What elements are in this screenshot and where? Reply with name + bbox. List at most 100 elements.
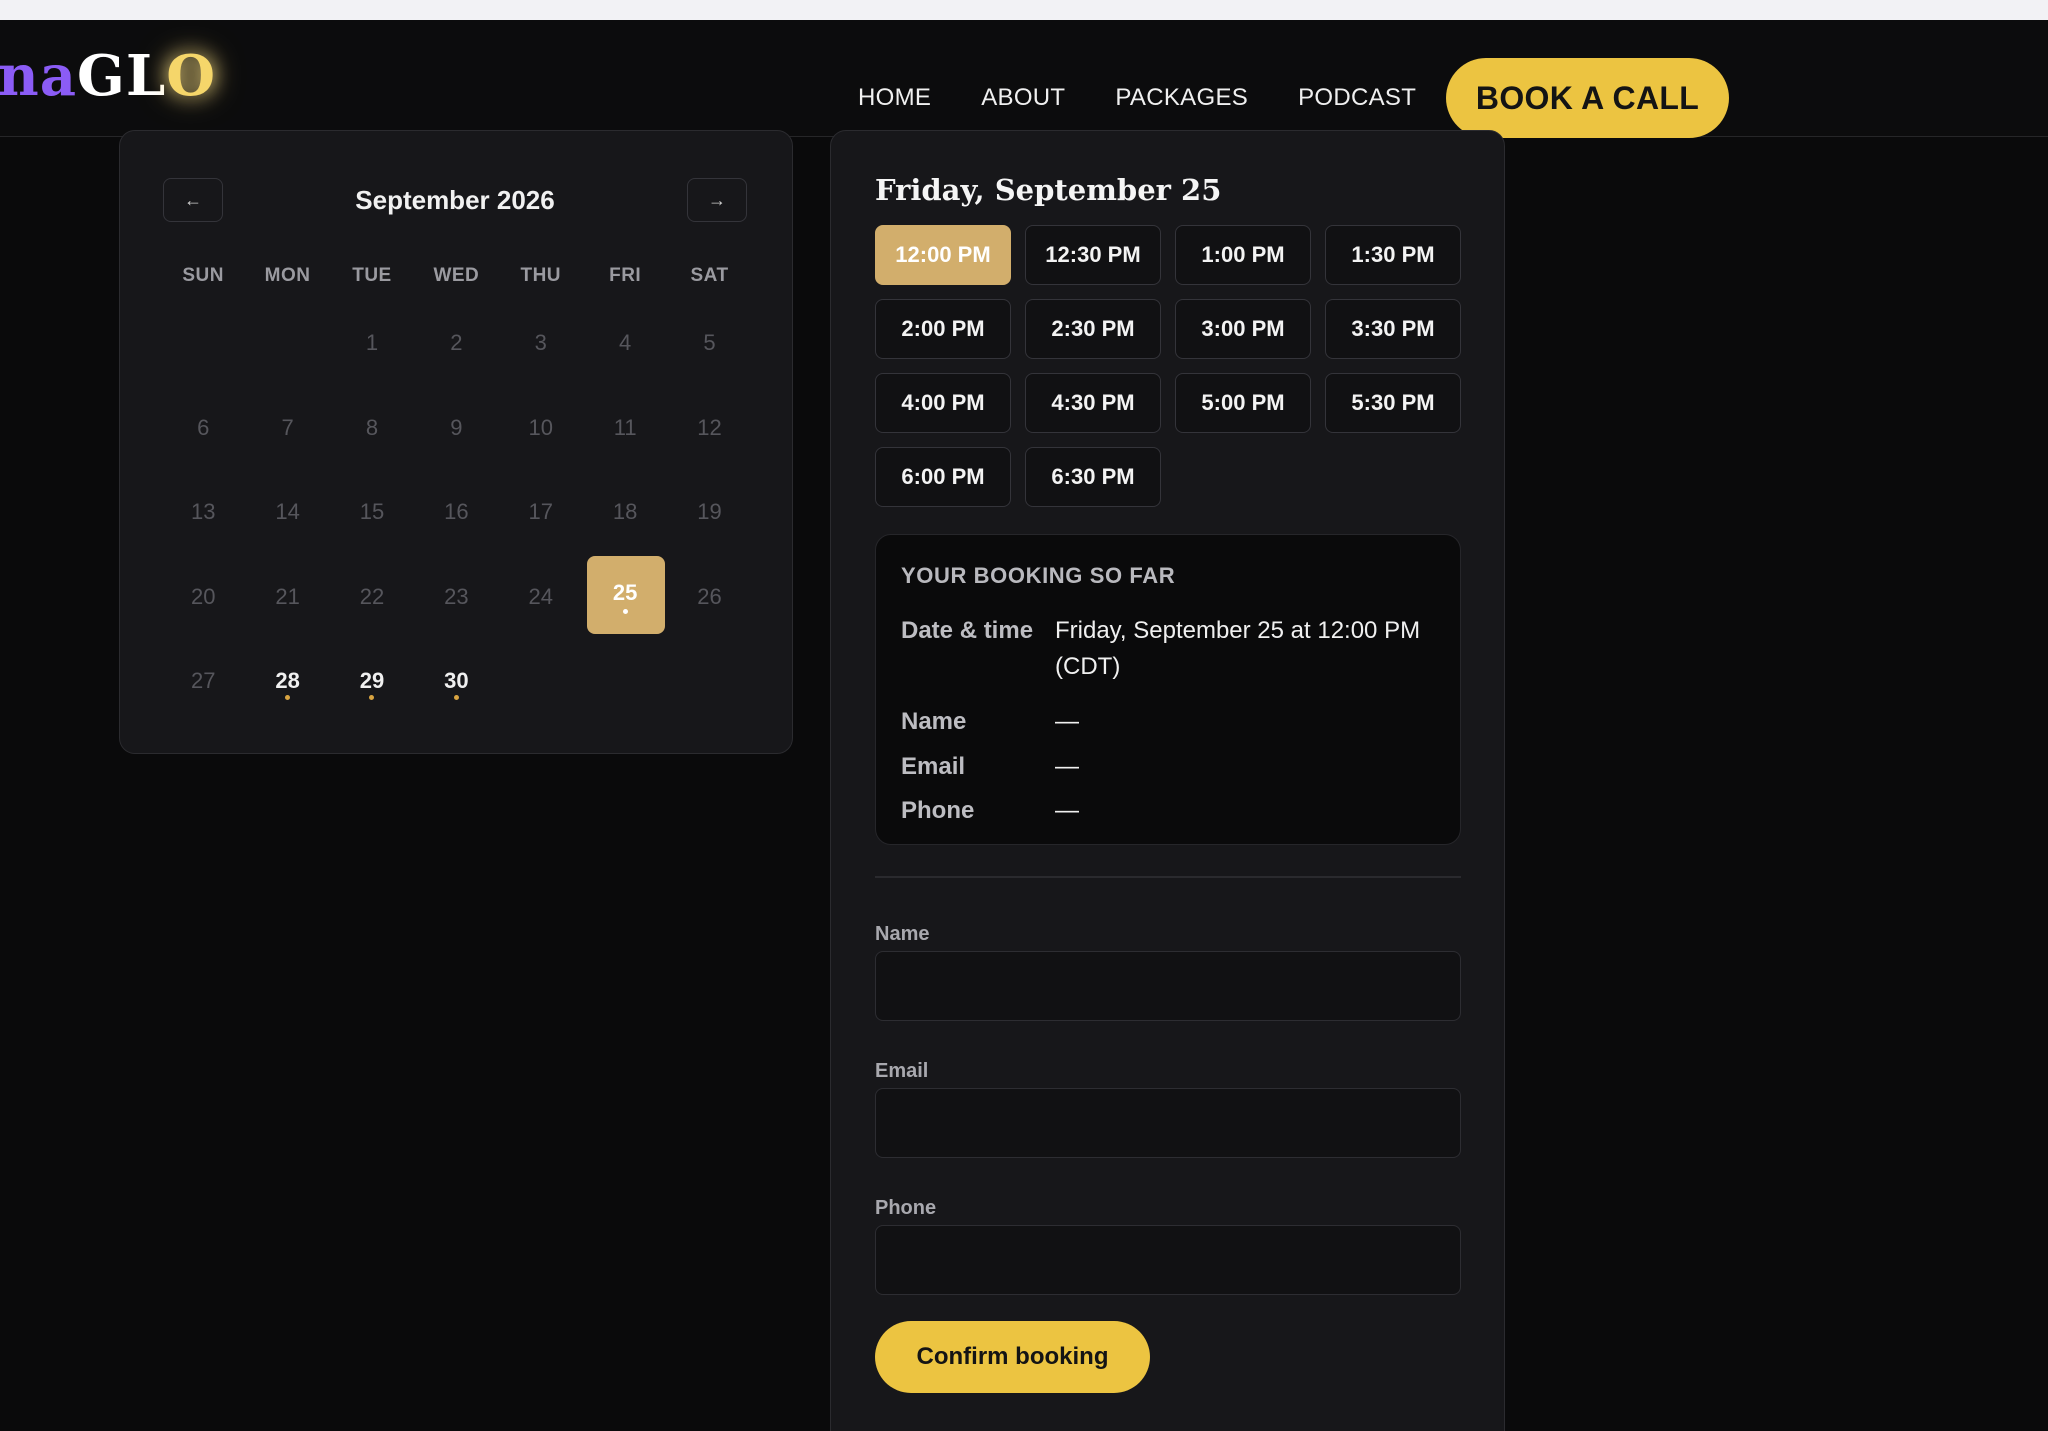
summary-title: YOUR BOOKING SO FAR — [901, 563, 1176, 588]
site-header: naGLO HOME ABOUT PACKAGES PODCAST BOOK A… — [0, 20, 2048, 138]
day-number: 19 — [697, 499, 722, 525]
time-slot[interactable]: 4:00 PM — [875, 373, 1011, 433]
email-input[interactable] — [875, 1088, 1461, 1158]
day-number: 26 — [697, 583, 722, 609]
calendar-day-disabled: 6 — [161, 386, 245, 471]
time-slot[interactable]: 2:30 PM — [1025, 299, 1161, 359]
calendar-day-available[interactable]: 29 — [330, 639, 414, 724]
summary-value: Friday, September 25 at 12:00 PM (CDT) — [1055, 617, 1421, 680]
weekday-header: TUE — [352, 265, 392, 286]
prev-month-button[interactable]: ← — [163, 178, 223, 222]
calendar-day-disabled: 19 — [667, 470, 751, 555]
day-number: 27 — [190, 668, 216, 694]
book-a-call-button[interactable]: BOOK A CALL — [1446, 58, 1729, 138]
time-slot[interactable]: 1:00 PM — [1175, 225, 1311, 285]
booking-card: Friday, September 25 12:00 PM 12:30 PM 1:0… — [830, 130, 1505, 1431]
name-field-label: Name — [875, 923, 930, 945]
day-number: 30 — [444, 668, 469, 694]
time-slot-selected[interactable]: 12:00 PM — [875, 225, 1011, 285]
calendar-blank-cell — [161, 301, 245, 386]
day-number: 20 — [190, 583, 216, 609]
day-number: 22 — [359, 583, 385, 609]
calendar-card: ← September 2026 → SUN MON TUE WED THU FRI SAT… — [119, 130, 793, 754]
weekday-header: THU — [520, 265, 562, 286]
calendar-day-disabled: 2 — [414, 301, 498, 386]
arrow-right-icon: → — [708, 189, 726, 210]
day-number: 14 — [275, 499, 300, 525]
day-number: 7 — [281, 414, 294, 440]
time-slot[interactable]: 6:00 PM — [875, 447, 1011, 507]
summary-label: Phone — [901, 797, 975, 824]
day-number: 15 — [359, 499, 385, 525]
day-number: 2 — [450, 330, 463, 356]
calendar-day-disabled: 14 — [245, 470, 329, 555]
day-number: 10 — [528, 414, 553, 440]
day-number: 1 — [365, 330, 379, 356]
day-number: 24 — [528, 583, 553, 609]
calendar-day-disabled: 21 — [245, 555, 329, 640]
calendar-day-disabled: 24 — [499, 555, 583, 640]
time-slot[interactable]: 5:00 PM — [1175, 373, 1311, 433]
weekday-header: FRI — [609, 265, 642, 286]
calendar-day-disabled: 16 — [414, 470, 498, 555]
day-number: 25 — [612, 579, 638, 605]
summary-label: Email — [901, 753, 966, 780]
phone-field-label: Phone — [875, 1197, 937, 1219]
time-slot[interactable]: 5:30 PM — [1325, 373, 1461, 433]
summary-label: Date & time — [901, 617, 1034, 644]
selected-day-title: Friday, September 25 — [875, 173, 1222, 207]
calendar-day-disabled: 23 — [414, 555, 498, 640]
day-number: 28 — [275, 668, 300, 694]
calendar-day-available[interactable]: 28 — [245, 639, 329, 724]
weekday-header: WED — [433, 265, 480, 286]
site-logo[interactable]: naGLO — [0, 48, 216, 104]
summary-row-datetime: Date & time Friday, September 25 at 12:0… — [901, 613, 1446, 693]
day-number: 9 — [450, 414, 463, 440]
time-slot[interactable]: 4:30 PM — [1025, 373, 1161, 433]
time-slot[interactable]: 12:30 PM — [1025, 225, 1161, 285]
calendar-day-disabled: 27 — [161, 639, 245, 724]
day-number: 18 — [612, 499, 638, 525]
main-nav: HOME ABOUT PACKAGES PODCAST — [858, 58, 1416, 138]
name-input[interactable] — [875, 951, 1461, 1021]
calendar-blank-cell — [245, 301, 329, 386]
logo-text-part1: na — [0, 43, 77, 109]
time-slot-grid: 12:00 PM 12:30 PM 1:00 PM 1:30 PM 2:00 PM 2:3… — [875, 225, 1461, 507]
confirm-booking-button[interactable]: Confirm booking — [875, 1321, 1150, 1393]
calendar-day-available[interactable]: 30 — [414, 639, 498, 724]
day-number: 11 — [613, 414, 637, 440]
time-slot[interactable]: 2:00 PM — [875, 299, 1011, 359]
phone-input[interactable] — [875, 1225, 1461, 1295]
calendar-day-disabled: 22 — [330, 555, 414, 640]
day-number: 6 — [197, 414, 210, 440]
calendar-day-disabled: 11 — [583, 386, 667, 471]
time-slot[interactable]: 3:00 PM — [1175, 299, 1311, 359]
summary-value: — — [1055, 797, 1079, 824]
calendar-grid: SUN MON TUE WED THU FRI SAT 1 2 3 4 5 6 7 8 9 10 11 12 13 14… — [161, 251, 752, 724]
calendar-day-disabled: 4 — [583, 301, 667, 386]
nav-home[interactable]: HOME — [858, 58, 931, 138]
nav-podcast[interactable]: PODCAST — [1298, 58, 1416, 138]
next-month-button[interactable]: → — [687, 178, 747, 222]
calendar-day-selected[interactable]: 25 — [583, 555, 667, 640]
calendar-day-disabled: 8 — [330, 386, 414, 471]
calendar-day-disabled: 17 — [499, 470, 583, 555]
summary-value: — — [1055, 708, 1079, 735]
calendar-day-disabled: 15 — [330, 470, 414, 555]
nav-about[interactable]: ABOUT — [981, 58, 1065, 138]
weekday-header: MON — [264, 265, 311, 286]
day-number: 17 — [528, 499, 553, 525]
day-number: 4 — [619, 330, 632, 356]
time-slot[interactable]: 1:30 PM — [1325, 225, 1461, 285]
weekday-header: SUN — [182, 265, 224, 286]
day-number: 23 — [444, 583, 469, 609]
month-title: September 2026 — [355, 185, 555, 215]
calendar-header: ← September 2026 → — [163, 178, 749, 224]
time-slot[interactable]: 3:30 PM — [1325, 299, 1461, 359]
calendar-day-disabled: 26 — [667, 555, 751, 640]
calendar-day-disabled: 9 — [414, 386, 498, 471]
time-slot[interactable]: 6:30 PM — [1025, 447, 1161, 507]
calendar-day-disabled: 10 — [499, 386, 583, 471]
nav-packages[interactable]: PACKAGES — [1115, 58, 1248, 138]
day-number: 21 — [275, 583, 300, 609]
